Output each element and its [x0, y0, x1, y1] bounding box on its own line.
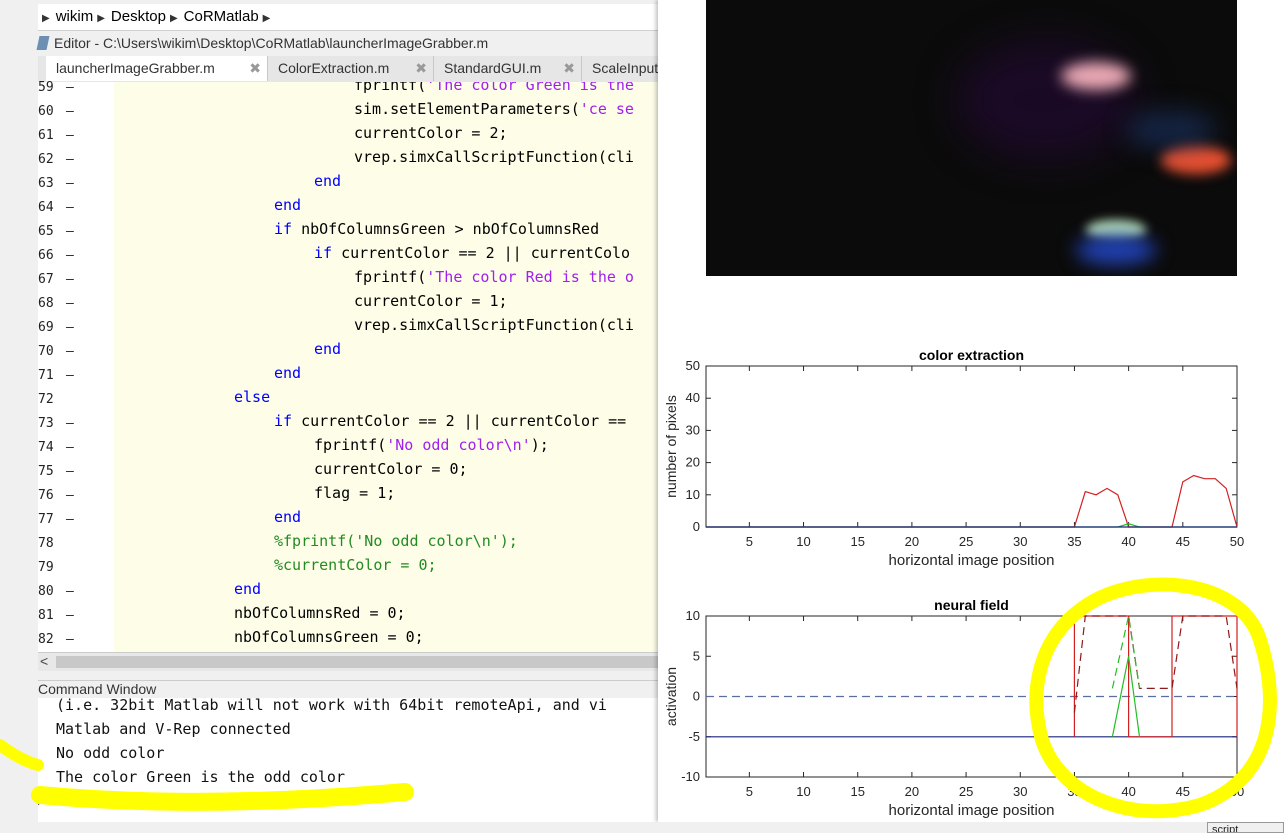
- x-tick-label: 15: [850, 534, 864, 549]
- status-script-label: script: [1207, 822, 1284, 833]
- status-bar: [38, 822, 1284, 833]
- plot-area: [705, 365, 1238, 528]
- x-tick-label: 25: [959, 534, 973, 549]
- x-tick-label: 50: [1230, 534, 1244, 549]
- y-tick-label: -10: [681, 769, 700, 784]
- x-tick-label: 20: [905, 534, 919, 549]
- y-tick-label: 10: [686, 608, 700, 623]
- x-tick-label: 25: [959, 784, 973, 799]
- y-axis-label: number of pixels: [663, 395, 679, 498]
- y-tick-label: 10: [686, 487, 700, 502]
- x-tick-label: 20: [905, 784, 919, 799]
- y-tick-label: 0: [693, 689, 700, 704]
- x-tick-label: 45: [1176, 534, 1190, 549]
- chart-title: color extraction: [919, 347, 1024, 363]
- x-tick-label: 15: [850, 784, 864, 799]
- camera-image: [706, 0, 1237, 276]
- y-tick-label: 30: [686, 422, 700, 437]
- x-tick-label: 10: [796, 534, 810, 549]
- y-tick-label: 40: [686, 390, 700, 405]
- x-tick-label: 5: [746, 784, 753, 799]
- chart-title: neural field: [934, 597, 1009, 613]
- x-tick-label: 5: [746, 534, 753, 549]
- y-tick-label: 20: [686, 455, 700, 470]
- y-axis-label: activation: [663, 667, 679, 726]
- color-extraction-chart: 5 10 15 20 25 30 35 40 45 50 0 10 20 30 40 50 color extr…: [663, 347, 1244, 569]
- highlight-circle-annotation: [1029, 577, 1277, 819]
- y-tick-label: 0: [693, 519, 700, 534]
- y-tick-label: 5: [693, 648, 700, 663]
- x-tick-label: 35: [1067, 534, 1081, 549]
- y-tick-label: 50: [686, 358, 700, 373]
- x-axis-label: horizontal image position: [889, 552, 1055, 569]
- x-tick-label: 30: [1013, 534, 1027, 549]
- y-tick-label: -5: [688, 729, 700, 744]
- x-tick-label: 10: [796, 784, 810, 799]
- x-tick-label: 40: [1121, 534, 1135, 549]
